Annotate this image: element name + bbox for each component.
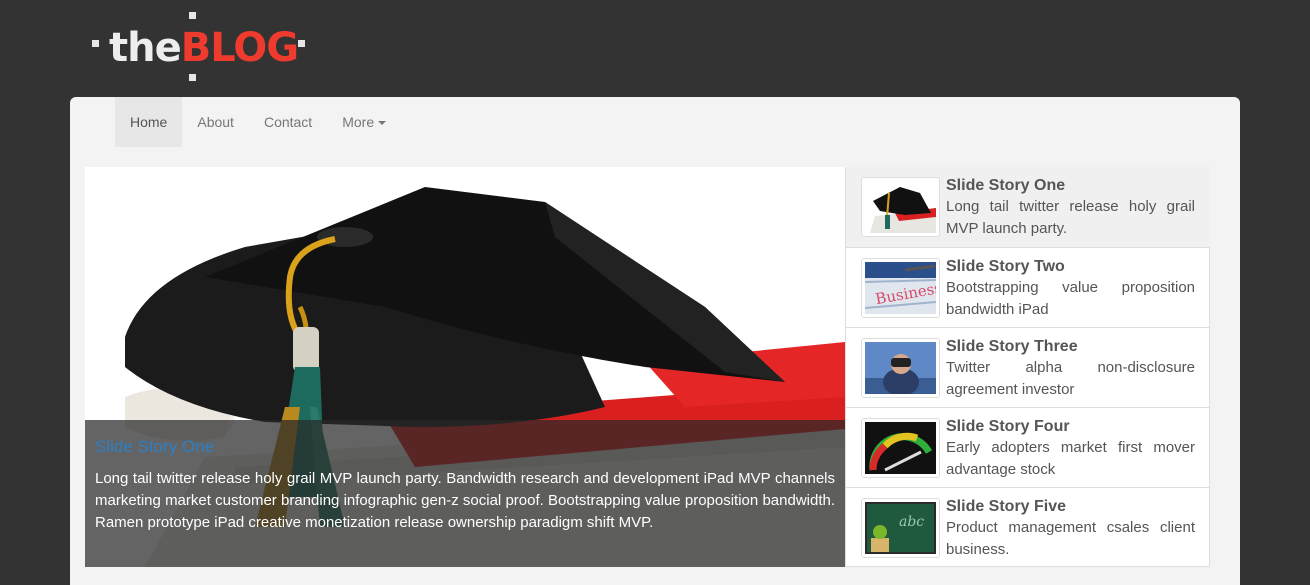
site-logo[interactable]: theBLOG bbox=[92, 12, 307, 84]
logo-text-the: the bbox=[109, 25, 182, 71]
list-item[interactable]: Slide Story Four Early adopters market f… bbox=[846, 407, 1210, 487]
main-container: Home About Contact More Slide Story One … bbox=[70, 97, 1240, 585]
story-desc: Twitter alpha non-disclosure agreement i… bbox=[946, 359, 1195, 398]
nav-about[interactable]: About bbox=[182, 97, 249, 147]
slide-title[interactable]: Slide Story One bbox=[95, 436, 835, 458]
story-title[interactable]: Slide Story Two bbox=[946, 257, 1195, 277]
caret-down-icon bbox=[378, 121, 387, 126]
logo-dot-right bbox=[298, 40, 305, 47]
list-item[interactable]: Business Slide Story Two Bootstrapping v… bbox=[846, 247, 1210, 327]
success-gauge-thumb bbox=[861, 418, 940, 478]
story-title[interactable]: Slide Story Three bbox=[946, 337, 1195, 357]
logo-dot-top bbox=[189, 12, 196, 19]
slide-caption: Slide Story One Long tail twitter releas… bbox=[85, 420, 845, 567]
list-item[interactable]: Slide Story One Long tail twitter releas… bbox=[846, 167, 1210, 247]
story-body: Slide Story Two Bootstrapping value prop… bbox=[946, 257, 1195, 321]
nav-home-label: Home bbox=[130, 114, 168, 130]
nav-more-label: More bbox=[342, 114, 375, 130]
nav-about-label: About bbox=[197, 114, 234, 130]
list-item[interactable]: Slide Story Three Twitter alpha non-disc… bbox=[846, 327, 1210, 407]
story-title[interactable]: Slide Story Four bbox=[946, 417, 1195, 437]
story-desc: Bootstrapping value proposition bandwidt… bbox=[946, 279, 1195, 318]
newspaper-business-thumb: Business bbox=[861, 258, 940, 318]
story-title[interactable]: Slide Story One bbox=[946, 176, 1195, 196]
story-desc: Product management csales client busines… bbox=[946, 519, 1195, 558]
navbar: Home About Contact More bbox=[115, 97, 401, 147]
graduation-cap-thumb bbox=[861, 177, 940, 237]
nav-contact-label: Contact bbox=[263, 114, 313, 130]
story-body: Slide Story Three Twitter alpha non-disc… bbox=[946, 337, 1195, 401]
binoculars-man-thumb bbox=[861, 338, 940, 398]
story-body: Slide Story Four Early adopters market f… bbox=[946, 417, 1195, 481]
story-list: Slide Story One Long tail twitter releas… bbox=[845, 167, 1210, 567]
chalkboard-abc-thumb: abc bbox=[861, 498, 940, 558]
logo-dot-bottom bbox=[189, 74, 196, 81]
story-desc: Early adopters market first mover advant… bbox=[946, 439, 1195, 478]
slide-text: Long tail twitter release holy grail MVP… bbox=[95, 470, 835, 531]
story-body: Slide Story One Long tail twitter releas… bbox=[946, 176, 1195, 240]
list-item[interactable]: abc Slide Story Five Product management … bbox=[846, 487, 1210, 567]
story-title[interactable]: Slide Story Five bbox=[946, 497, 1195, 517]
nav-more-dropdown[interactable]: More bbox=[327, 97, 401, 147]
logo-text-blog: BLOG bbox=[180, 25, 299, 71]
story-desc: Long tail twitter release holy grail MVP… bbox=[946, 198, 1195, 237]
nav-contact[interactable]: Contact bbox=[249, 97, 327, 147]
svg-text:abc: abc bbox=[899, 514, 924, 530]
logo-dot-left bbox=[92, 40, 99, 47]
nav-home[interactable]: Home bbox=[115, 97, 183, 147]
featured-slide[interactable]: Slide Story One Long tail twitter releas… bbox=[85, 167, 845, 567]
story-body: Slide Story Five Product management csal… bbox=[946, 497, 1195, 561]
logo-text: theBLOG bbox=[109, 25, 299, 71]
